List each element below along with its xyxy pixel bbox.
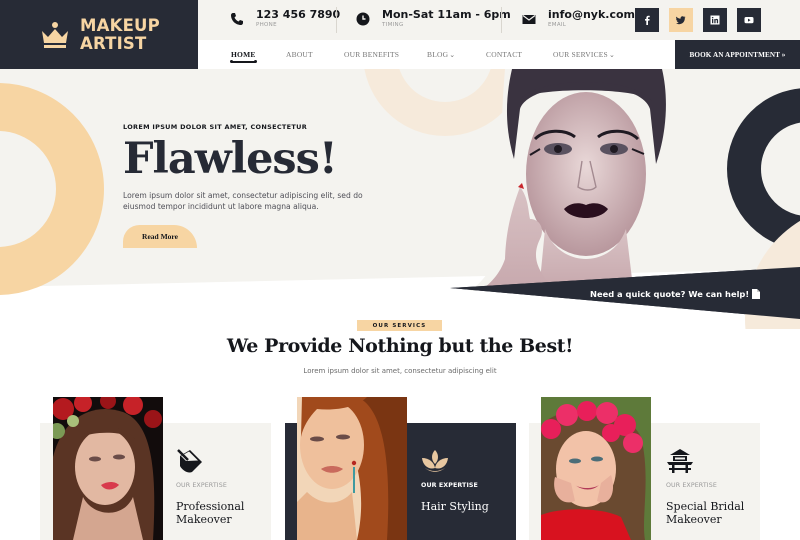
logo[interactable]: MAKEUP ARTIST bbox=[0, 0, 198, 69]
card-eyebrow: OUR EXPERTISE bbox=[421, 482, 478, 489]
phone-value: 123 456 7890 bbox=[256, 8, 341, 21]
envelope-icon bbox=[522, 15, 536, 24]
timing-value: Mon-Sat 11am - 6pm bbox=[382, 8, 511, 21]
hero-description: Lorem ipsum dolor sit amet, consectetur … bbox=[123, 191, 363, 211]
divider bbox=[501, 7, 502, 33]
nav-home[interactable]: HOME bbox=[230, 50, 257, 63]
chevron-down-icon: ⌄ bbox=[608, 51, 616, 59]
section-title: We Provide Nothing but the Best! bbox=[226, 335, 574, 357]
hero-title: Flawless! bbox=[123, 134, 338, 184]
card-title[interactable]: Hair Styling bbox=[421, 500, 531, 513]
nav-our-benefits[interactable]: OUR BENEFITS bbox=[344, 50, 399, 59]
nav-contact[interactable]: CONTACT bbox=[486, 50, 522, 59]
contact-email[interactable]: info@nyk.com EMAIL bbox=[522, 8, 635, 29]
lotus-icon bbox=[422, 450, 448, 472]
facebook-icon bbox=[645, 15, 650, 25]
card-title[interactable]: Special Bridal Makeover bbox=[666, 500, 776, 526]
quick-quote-link[interactable]: Need a quick quote? We can help! bbox=[590, 289, 761, 299]
facebook-button[interactable] bbox=[635, 8, 659, 32]
brand-name-line2: ARTIST bbox=[80, 33, 147, 53]
card-title[interactable]: Professional Makeover bbox=[176, 500, 286, 526]
document-icon bbox=[752, 289, 761, 299]
service-photo bbox=[53, 397, 163, 540]
timing-label: TIMING bbox=[382, 22, 404, 28]
nav-blog[interactable]: BLOG⌄ bbox=[427, 50, 455, 59]
card-eyebrow: OUR EXPERTISE bbox=[176, 482, 227, 489]
email-value: info@nyk.com bbox=[548, 8, 635, 21]
nav-blog-label: BLOG bbox=[427, 50, 449, 59]
nav-about[interactable]: ABOUT bbox=[286, 50, 313, 59]
main-nav: HOME ABOUT OUR BENEFITS BLOG⌄ CONTACT OU… bbox=[198, 40, 675, 69]
active-indicator bbox=[230, 60, 257, 63]
paint-bucket-icon bbox=[177, 449, 202, 473]
section-tag: OUR SERVICS bbox=[357, 320, 442, 331]
chevron-down-icon: ⌄ bbox=[449, 51, 456, 59]
twitter-icon bbox=[676, 16, 686, 25]
nav-contact-label: CONTACT bbox=[486, 50, 523, 59]
twitter-button[interactable] bbox=[669, 8, 693, 32]
card-eyebrow: OUR EXPERTISE bbox=[666, 482, 717, 489]
section-subtitle: Lorem ipsum dolor sit amet, consectetur … bbox=[303, 367, 497, 375]
contact-timing: Mon-Sat 11am - 6pm TIMING bbox=[356, 8, 511, 29]
service-photo bbox=[297, 397, 407, 540]
hero-eyebrow: LOREM IPSUM DOLOR SIT AMET, CONSECTETUR bbox=[123, 123, 308, 131]
linkedin-button[interactable] bbox=[703, 8, 727, 32]
nav-about-label: ABOUT bbox=[286, 50, 313, 59]
read-more-button[interactable]: Read More bbox=[123, 225, 197, 248]
book-appointment-button[interactable]: BOOK AN APPOINTMENT » bbox=[675, 40, 800, 69]
brand-name: MAKEUP ARTIST bbox=[80, 15, 160, 53]
pagoda-icon bbox=[667, 449, 693, 473]
linkedin-icon bbox=[710, 15, 720, 25]
clock-icon bbox=[356, 12, 370, 26]
top-contact-bar: 123 456 7890 PHONE Mon-Sat 11am - 6pm TI… bbox=[198, 0, 800, 40]
phone-icon bbox=[231, 13, 243, 25]
hero-section: LOREM IPSUM DOLOR SIT AMET, CONSECTETUR … bbox=[0, 69, 800, 329]
service-photo bbox=[541, 397, 651, 540]
nav-home-label: HOME bbox=[231, 50, 256, 59]
youtube-button[interactable] bbox=[737, 8, 761, 32]
nav-services-label: OUR SERVICES bbox=[553, 50, 608, 59]
quick-quote-label: Need a quick quote? We can help! bbox=[590, 289, 750, 299]
email-label: EMAIL bbox=[548, 22, 567, 28]
nav-our-services[interactable]: OUR SERVICES⌄ bbox=[553, 50, 615, 59]
contact-phone[interactable]: 123 456 7890 PHONE bbox=[230, 8, 340, 29]
divider bbox=[336, 7, 337, 33]
crown-icon bbox=[42, 21, 68, 48]
phone-label: PHONE bbox=[256, 22, 277, 28]
hero-content: LOREM IPSUM DOLOR SIT AMET, CONSECTETUR … bbox=[123, 123, 423, 248]
youtube-icon bbox=[744, 17, 754, 24]
nav-benefits-label: OUR BENEFITS bbox=[344, 50, 400, 59]
brand-name-line1: MAKEUP bbox=[80, 15, 160, 35]
